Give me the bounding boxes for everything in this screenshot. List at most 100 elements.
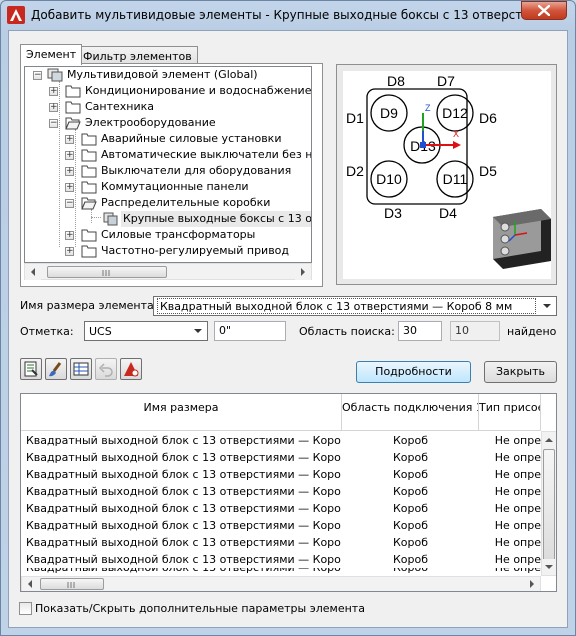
show-hide-params-checkbox[interactable] [19,602,32,615]
title-bar[interactable]: Добавить мультивидовые элементы - Крупны… [0,0,576,30]
table-view-button[interactable] [70,358,92,380]
cell-size-name: Квадратный выходной блок с 13 отверстиям… [26,536,341,549]
cell-size-name: Квадратный выходной блок с 13 отверстиям… [26,553,341,566]
hole-label-d12: D12 [442,105,468,121]
table-horizontal-scrollbar[interactable] [21,576,541,591]
table-row[interactable]: Квадратный выходной блок с 13 отверстиям… [21,432,541,449]
table-row[interactable]: Квадратный выходной блок с 13 отверстиям… [21,551,541,568]
hole-label-d10: D10 [376,171,402,187]
element-tree[interactable]: − Мультивидовой элемент (Global) + Конди… [24,66,312,263]
expand-icon[interactable]: + [65,151,74,160]
scroll-left-icon[interactable] [22,577,38,591]
details-button[interactable]: Подробности [356,361,471,383]
expand-icon[interactable]: + [65,231,74,240]
expand-icon[interactable]: + [49,103,58,112]
size-name-label: Имя размера элемента: [20,299,158,312]
search-area-input[interactable]: 30 [398,321,442,341]
table-row[interactable]: Квадратный выходной блок с 13 отверстиям… [21,568,541,576]
folder-icon [81,164,97,178]
folder-icon [81,228,97,242]
table-row[interactable]: Квадратный выходной блок с 13 отверстиям… [21,500,541,517]
expand-icon[interactable]: + [65,135,74,144]
tree-item-label: Аварийные силовые установки [101,132,282,145]
cell-size-name: Квадратный выходной блок с 13 отверстиям… [26,502,341,515]
outlet-box-3d-icon [493,209,551,269]
port-label-d2: D2 [346,163,364,179]
expand-icon[interactable]: + [65,167,74,176]
expand-icon[interactable]: + [49,87,58,96]
cell-connection-type: Не опре [494,519,541,532]
show-hide-params-label[interactable]: Показать/Скрыть дополнительные параметры… [35,602,365,615]
found-count: 10 [450,321,500,341]
scroll-thumb[interactable] [543,449,555,561]
column-header-size-name[interactable]: Имя размера [21,394,342,431]
folder-icon [65,100,81,114]
tree-item-label: Крупные выходные боксы с 13 отвер [121,211,311,227]
cell-connection-area: Короб [342,568,479,576]
column-header-connection-type[interactable]: Тип присое [479,394,541,431]
match-properties-button[interactable] [45,358,67,380]
collapse-icon[interactable]: − [49,119,58,128]
elevation-input[interactable]: 0" [214,321,286,341]
expand-icon[interactable]: + [65,183,74,192]
tab-element-filter[interactable]: Фильтр элементов [77,46,198,64]
chevron-down-icon[interactable] [539,298,555,314]
folder-open-icon [81,196,97,210]
undo-button[interactable] [95,358,117,380]
table-vertical-scrollbar[interactable] [541,431,556,576]
tree-item-label: Сантехника [85,100,155,113]
column-header-connection-area[interactable]: Область подключения 1 [342,394,479,431]
size-name-dropdown[interactable]: Квадратный выходной блок с 13 отверстиям… [153,296,557,316]
scroll-right-icon[interactable] [295,264,311,280]
tree-root-label: Мультивидовой элемент (Global) [67,68,258,81]
tree-item-label: Автоматические выключатели без нуле [101,148,312,161]
close-button[interactable] [521,1,567,20]
table-row[interactable]: Квадратный выходной блок с 13 отверстиям… [21,466,541,483]
cell-size-name: Квадратный выходной блок с 13 отверстиям… [26,568,341,576]
tree-item-label: Электрооборудование [85,116,216,129]
size-table[interactable]: Имя размера Область подключения 1 Тип пр… [20,393,557,592]
autocad-help-icon [124,362,139,377]
cell-connection-type: Не опре [494,434,541,447]
table-row[interactable]: Квадратный выходной блок с 13 отверстиям… [21,483,541,500]
tree-horizontal-scrollbar[interactable] [24,263,312,280]
search-area-label: Область поиска: [299,325,395,338]
scroll-down-icon[interactable] [542,559,556,575]
cell-size-name: Квадратный выходной блок с 13 отверстиям… [26,485,341,498]
chevron-down-icon[interactable] [190,323,206,339]
close-icon [538,5,550,16]
collapse-icon[interactable]: − [65,199,74,208]
undo-icon [98,363,113,377]
table-icon [73,362,89,376]
folder-icon [81,148,97,162]
catalog-browser-button[interactable] [20,358,42,380]
expand-icon[interactable]: + [65,247,74,256]
scroll-left-icon[interactable] [25,264,41,280]
port-label-d7: D7 [437,73,455,89]
table-row[interactable]: Квадратный выходной блок с 13 отверстиям… [21,534,541,551]
scroll-up-icon[interactable] [542,432,556,448]
scroll-right-icon[interactable] [524,577,540,591]
multiview-root-icon [47,68,63,82]
table-row[interactable]: Квадратный выходной блок с 13 отверстиям… [21,449,541,466]
collapse-icon[interactable]: − [33,71,42,80]
cell-connection-area: Короб [392,434,429,447]
cell-connection-type: Не опре [494,468,541,481]
port-label-d6: D6 [479,110,497,126]
tab-element[interactable]: Элемент [20,44,83,65]
help-button[interactable] [120,358,142,380]
tree-item-label: Кондиционирование и водоснабжение [85,84,312,97]
svg-text:Z: Z [425,103,431,113]
ucs-dropdown[interactable]: UCS [84,321,208,341]
cell-connection-area: Короб [392,451,429,464]
cell-connection-area: Короб [392,468,429,481]
scroll-thumb[interactable] [47,266,167,278]
tree-item-label: Частотно-регулируемый привод [101,244,290,257]
port-label-d3: D3 [384,205,402,221]
hole-label-d9: D9 [380,105,398,121]
port-label-d8: D8 [387,73,405,89]
table-row[interactable]: Квадратный выходной блок с 13 отверстиям… [21,517,541,534]
element-preview[interactable]: D8 D7 D1 D6 D2 D5 D3 D4 D9 D12 D13 D10 D… [343,71,551,279]
close-dialog-button[interactable]: Закрыть [484,361,557,383]
scroll-thumb[interactable] [40,578,104,590]
